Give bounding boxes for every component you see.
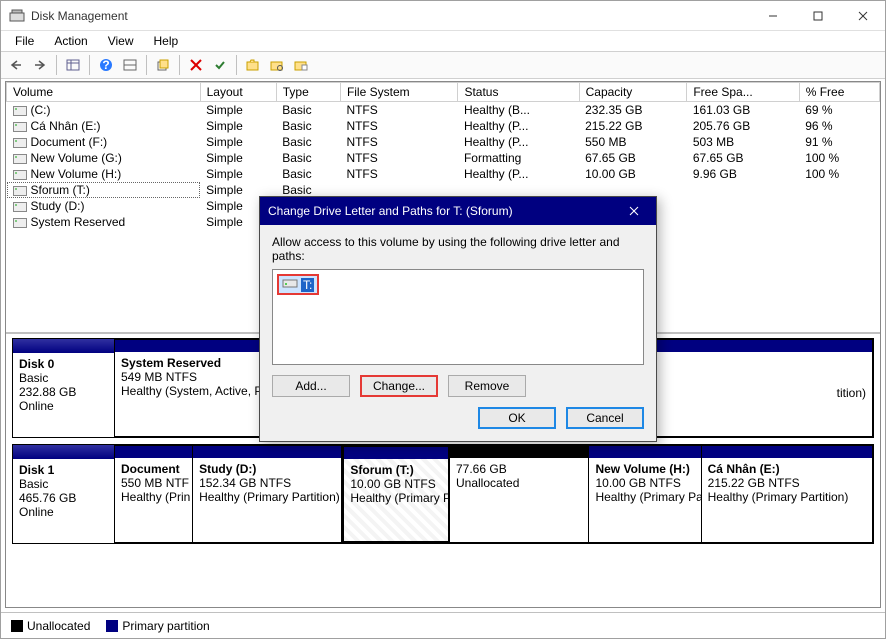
maximize-button[interactable]	[795, 1, 840, 30]
partition[interactable]: Sforum (T:)10.00 GB NTFSHealthy (Primary…	[342, 445, 450, 543]
volume-row[interactable]: (C:)SimpleBasicNTFSHealthy (B...232.35 G…	[7, 102, 880, 119]
volume-icon	[13, 186, 27, 196]
app-icon	[9, 8, 25, 24]
properties-button[interactable]	[152, 54, 174, 76]
toolbar: ?	[1, 51, 885, 79]
column-header[interactable]: File System	[340, 83, 458, 102]
disk1-name: Disk 1	[19, 463, 108, 477]
disk0-header[interactable]: Disk 0 Basic 232.88 GB Online	[13, 339, 115, 437]
partition[interactable]: Document550 MB NTFHealthy (Prin	[115, 445, 193, 543]
partition[interactable]: New Volume (H:)10.00 GB NTFSHealthy (Pri…	[589, 445, 701, 543]
partition[interactable]: Study (D:)152.34 GB NTFSHealthy (Primary…	[193, 445, 342, 543]
titlebar: Disk Management	[1, 1, 885, 31]
view-table-button[interactable]	[62, 54, 84, 76]
volume-icon	[13, 122, 27, 132]
change-button[interactable]: Change...	[360, 375, 438, 397]
dialog-hint: Allow access to this volume by using the…	[272, 235, 644, 263]
disk1-box: Disk 1 Basic 465.76 GB Online Document55…	[12, 444, 874, 544]
close-button[interactable]	[840, 1, 885, 30]
legend-unallocated: Unallocated	[11, 619, 90, 633]
partition-title: Sforum (T:)	[350, 463, 442, 477]
dialog-title: Change Drive Letter and Paths for T: (Sf…	[268, 204, 513, 218]
disk0-name: Disk 0	[19, 357, 108, 371]
svg-text:?: ?	[102, 58, 109, 72]
partition-title: Document	[121, 462, 186, 476]
partition[interactable]: Cá Nhân (E:)215.22 GB NTFSHealthy (Prima…	[702, 445, 873, 543]
partition-title: Study (D:)	[199, 462, 335, 476]
folder-search-button[interactable]	[266, 54, 288, 76]
drive-icon	[282, 277, 298, 292]
disk0-size: 232.88 GB	[19, 385, 108, 399]
menu-action[interactable]: Action	[46, 32, 95, 50]
legend: Unallocated Primary partition	[1, 612, 885, 638]
volume-icon	[13, 218, 27, 228]
back-button[interactable]	[5, 54, 27, 76]
volume-icon	[13, 154, 27, 164]
legend-primary: Primary partition	[106, 619, 209, 633]
forward-button[interactable]	[29, 54, 51, 76]
dialog-close-button[interactable]	[620, 197, 648, 225]
app-window: Disk Management File Action View Help ?	[0, 0, 886, 639]
layout-button[interactable]	[119, 54, 141, 76]
column-header[interactable]: Layout	[200, 83, 276, 102]
volume-icon	[13, 106, 27, 116]
disk1-type: Basic	[19, 477, 108, 491]
check-icon[interactable]	[209, 54, 231, 76]
column-header[interactable]: % Free	[799, 83, 879, 102]
folder-action-button[interactable]	[290, 54, 312, 76]
column-header[interactable]: Capacity	[579, 83, 687, 102]
volume-icon	[13, 138, 27, 148]
new-folder-button[interactable]	[242, 54, 264, 76]
volume-icon	[13, 170, 27, 180]
menu-file[interactable]: File	[7, 32, 42, 50]
column-header[interactable]: Free Spa...	[687, 83, 799, 102]
menu-help[interactable]: Help	[146, 32, 187, 50]
disk1-state: Online	[19, 505, 108, 519]
delete-icon[interactable]	[185, 54, 207, 76]
volume-row[interactable]: Cá Nhân (E:)SimpleBasicNTFSHealthy (P...…	[7, 118, 880, 134]
drive-letter-list[interactable]: T:	[272, 269, 644, 365]
cancel-button[interactable]: Cancel	[566, 407, 644, 429]
change-letter-dialog: Change Drive Letter and Paths for T: (Sf…	[259, 196, 657, 442]
disk0-state: Online	[19, 399, 108, 413]
partition-title: Cá Nhân (E:)	[708, 462, 866, 476]
column-header[interactable]: Status	[458, 83, 579, 102]
disk0-type: Basic	[19, 371, 108, 385]
column-header[interactable]: Volume	[7, 83, 201, 102]
menubar: File Action View Help	[1, 31, 885, 51]
volume-row[interactable]: Document (F:)SimpleBasicNTFSHealthy (P..…	[7, 134, 880, 150]
disk1-size: 465.76 GB	[19, 491, 108, 505]
add-button[interactable]: Add...	[272, 375, 350, 397]
volume-row[interactable]: New Volume (G:)SimpleBasicNTFSFormatting…	[7, 150, 880, 166]
drive-letter-item[interactable]: T:	[277, 274, 319, 295]
volume-row[interactable]: New Volume (H:)SimpleBasicNTFSHealthy (P…	[7, 166, 880, 182]
column-header[interactable]: Type	[276, 83, 340, 102]
partition-title: New Volume (H:)	[595, 462, 694, 476]
dialog-titlebar: Change Drive Letter and Paths for T: (Sf…	[260, 197, 656, 225]
menu-view[interactable]: View	[100, 32, 142, 50]
drive-letter-label: T:	[301, 278, 314, 292]
ok-button[interactable]: OK	[478, 407, 556, 429]
minimize-button[interactable]	[750, 1, 795, 30]
disk1-header[interactable]: Disk 1 Basic 465.76 GB Online	[13, 445, 115, 543]
app-title: Disk Management	[31, 9, 750, 23]
unallocated-space[interactable]: 77.66 GBUnallocated	[450, 445, 589, 543]
volume-icon	[13, 202, 27, 212]
help-icon[interactable]: ?	[95, 54, 117, 76]
remove-button[interactable]: Remove	[448, 375, 526, 397]
